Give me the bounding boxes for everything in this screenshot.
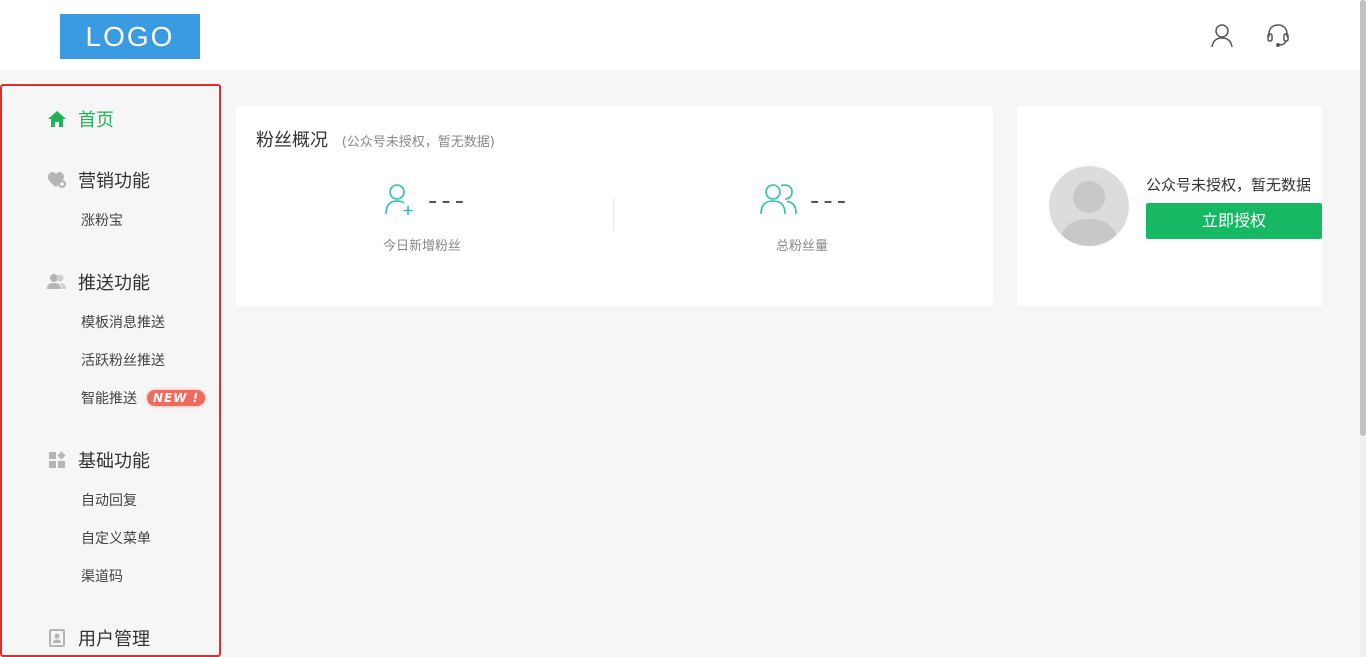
- stat-divider: [613, 198, 614, 230]
- card-title-text: 粉丝概况: [256, 130, 328, 151]
- sidebar-group-label: 用户管理: [78, 629, 150, 650]
- top-header: LOGO: [0, 0, 1366, 70]
- sidebar-group-basic[interactable]: 基础功能: [46, 447, 150, 473]
- sidebar-group-label: 营销功能: [78, 171, 150, 192]
- sidebar-item-smart-push[interactable]: 智能推送 NEW !: [81, 388, 206, 408]
- sidebar-item-channel-code[interactable]: 渠道码: [81, 566, 123, 586]
- stat-value: ---: [810, 186, 851, 216]
- sidebar-group-label: 推送功能: [78, 273, 150, 294]
- sidebar-group-user-management[interactable]: 用户管理: [46, 625, 150, 651]
- heart-plus-icon: [46, 169, 68, 191]
- authorize-now-button[interactable]: 立即授权: [1146, 203, 1322, 239]
- sidebar-item-template-push[interactable]: 模板消息推送: [81, 312, 165, 332]
- sidebar-item-label: 智能推送: [81, 391, 137, 407]
- sidebar-item-active-fans-push[interactable]: 活跃粉丝推送: [81, 350, 165, 370]
- sidebar-group-label: 基础功能: [78, 451, 150, 472]
- sidebar-item-auto-reply[interactable]: 自动回复: [81, 490, 137, 510]
- stat-total-fans: ---: [760, 182, 850, 220]
- auth-status-text: 公众号未授权，暂无数据: [1146, 176, 1312, 194]
- user-icon[interactable]: [1209, 22, 1235, 48]
- add-user-icon: [384, 182, 416, 220]
- fans-overview-card: 粉丝概况 (公众号未授权，暂无数据) --- 今日新增粉丝 --- 总粉丝量: [236, 106, 993, 306]
- home-icon: [46, 108, 68, 130]
- logo[interactable]: LOGO: [60, 14, 200, 59]
- stat-label: 今日新增粉丝: [383, 239, 462, 254]
- stat-label: 总粉丝量: [776, 239, 829, 254]
- scrollbar-thumb[interactable]: [1360, 0, 1366, 436]
- users-icon: [46, 271, 68, 293]
- card-title: 粉丝概况 (公众号未授权，暂无数据): [256, 126, 495, 152]
- sidebar-nav: 首页 营销功能 涨粉宝 推送功能 模板消息推送 活跃粉丝推送 智能推送 NEW …: [0, 84, 221, 657]
- sidebar-item-label: 首页: [78, 110, 114, 131]
- page-scrollbar[interactable]: [1360, 0, 1366, 657]
- sidebar-group-push[interactable]: 推送功能: [46, 269, 150, 295]
- sidebar-group-marketing[interactable]: 营销功能: [46, 167, 150, 193]
- avatar: [1049, 166, 1129, 246]
- sidebar-item-fan-growth[interactable]: 涨粉宝: [81, 210, 123, 230]
- users-icon: [760, 182, 798, 220]
- stat-value: ---: [428, 186, 469, 216]
- authorization-card: 公众号未授权，暂无数据 立即授权: [1017, 106, 1322, 306]
- grid-icon: [46, 449, 68, 471]
- card-subtitle: (公众号未授权，暂无数据): [341, 135, 495, 150]
- id-card-icon: [46, 627, 68, 649]
- stat-today-new-fans: ---: [384, 182, 468, 220]
- new-badge: NEW !: [147, 390, 206, 406]
- sidebar-item-custom-menu[interactable]: 自定义菜单: [81, 528, 151, 548]
- headset-icon[interactable]: [1265, 22, 1291, 48]
- sidebar-item-home[interactable]: 首页: [46, 106, 114, 132]
